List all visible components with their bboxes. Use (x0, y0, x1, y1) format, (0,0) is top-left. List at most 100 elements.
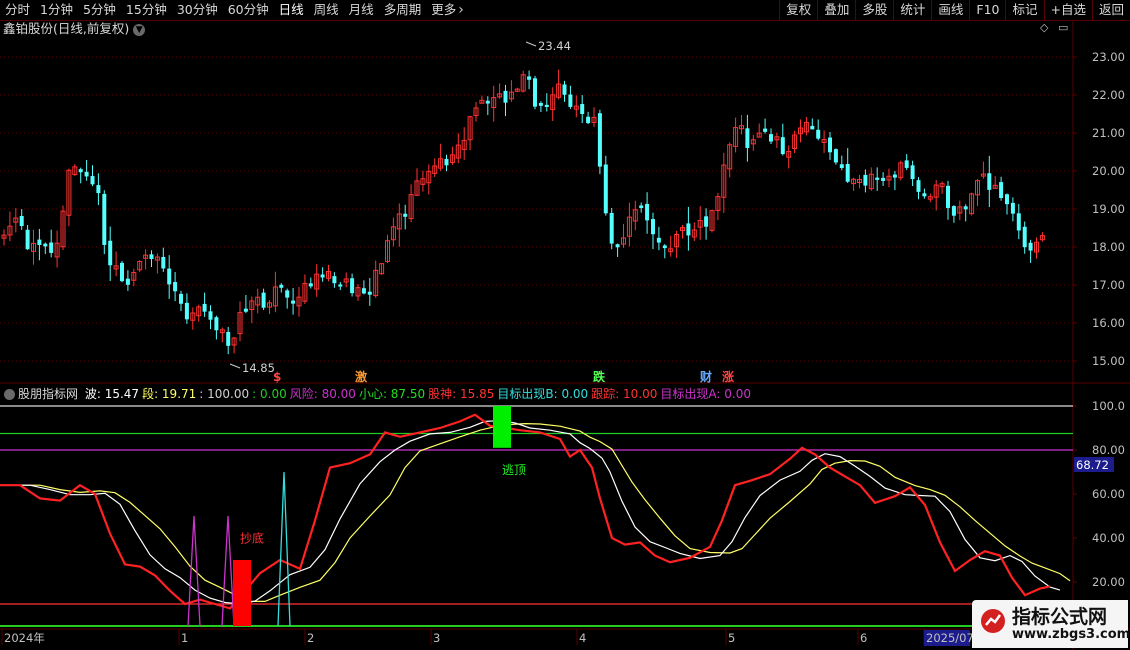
target-spike (221, 515, 235, 627)
price-tick-label: 15.00 (1092, 354, 1125, 368)
top-signal-label: 逃顶 (502, 463, 526, 477)
x-axis-label: 3 (433, 631, 440, 645)
candle-body (639, 205, 644, 209)
watermark-url: www.zbgs3.com (1012, 627, 1130, 642)
candle-body (615, 244, 620, 248)
event-marker: 激 (355, 369, 367, 384)
indicator-item-2: : 100.00 (199, 387, 250, 401)
indicator-tick-label: 80.00 (1092, 443, 1125, 457)
candle-body (656, 237, 661, 243)
candle-body (179, 293, 183, 304)
price-tick-label: 22.00 (1092, 88, 1125, 102)
candle-body (568, 94, 573, 107)
indicator-toggle-icon[interactable] (4, 389, 15, 400)
candle-body (308, 283, 313, 287)
candle-body (167, 268, 172, 285)
candle-body (96, 185, 101, 194)
event-marker: 财 (699, 369, 712, 384)
candle-body (922, 193, 927, 197)
indicator-tick-label: 60.00 (1092, 487, 1125, 501)
candle-body (910, 165, 915, 180)
candle-body (285, 290, 290, 298)
candle-body (1005, 194, 1009, 205)
indicator-item-0: 波: 15.47 (84, 387, 140, 401)
candle-body (350, 278, 355, 294)
indicator-header: 股朋指标网 波: 15.47 段: 19.71: 100.00: 0.00 风险: … (0, 386, 754, 402)
price-tick-label: 19.00 (1092, 202, 1125, 216)
candle-body (586, 116, 591, 124)
candle-body (226, 331, 231, 346)
candle-body (845, 164, 850, 182)
candle-body (102, 193, 107, 245)
candle-body (125, 278, 130, 285)
bottom-signal-label: 抄底 (240, 530, 264, 545)
candle-body (1016, 213, 1021, 231)
candle-body (338, 284, 343, 287)
candle-body (332, 276, 337, 284)
candle-body (444, 158, 449, 166)
candle-body (161, 256, 166, 269)
indicator-tick-label: 100.0 (1092, 399, 1125, 413)
candle-body (651, 219, 655, 235)
watermark-title: 指标公式网 (1012, 606, 1108, 628)
x-axis-label: 2 (307, 631, 314, 645)
candle-body (84, 171, 89, 177)
candle-body (916, 180, 921, 192)
candle-body (108, 240, 113, 266)
low-pointer (229, 363, 241, 369)
bottom-signal-bar (233, 560, 251, 626)
candle-body (946, 185, 950, 208)
candle-body (763, 128, 768, 132)
candle-body (485, 100, 490, 104)
watermark-logo-icon (981, 609, 1005, 633)
candle-body (875, 177, 880, 180)
x-axis-label: 2024年 (4, 631, 45, 645)
candle-body (291, 300, 296, 304)
candle-body (243, 308, 248, 312)
kline-chart[interactable]: 23.00 22.00 21.00 20.00 19.00 18.00 17.00 16.00… (0, 0, 1130, 650)
candle-body (279, 284, 284, 288)
candle-body (538, 103, 543, 106)
candle-body (597, 113, 602, 167)
indicator-item-7: 目标出现B: 0.00 (497, 387, 589, 401)
candle-body (503, 90, 508, 103)
candle-body (904, 160, 909, 168)
x-axis-label: 5 (728, 631, 735, 645)
candle-body (833, 149, 838, 163)
candle-body (184, 302, 189, 320)
candle-body (645, 203, 650, 221)
candle-body (120, 262, 124, 282)
event-marker: $ (273, 370, 281, 384)
price-tick-label: 20.00 (1092, 164, 1125, 178)
candle-body (149, 254, 154, 259)
indicator-item-3: : 0.00 (252, 387, 287, 401)
top-signal-bar (493, 406, 511, 448)
candle-body (881, 177, 886, 181)
candle-body (745, 128, 750, 148)
indicator-tick-label: 20.00 (1092, 575, 1125, 589)
candle-body (1010, 202, 1015, 214)
current-value-label: 68.72 (1076, 458, 1109, 472)
candle-body (90, 176, 95, 185)
candle-body (527, 76, 532, 80)
candle-body (609, 212, 614, 244)
target-spike (277, 471, 291, 627)
indicator-name[interactable]: 股朋指标网 (18, 387, 78, 401)
candle-body (780, 137, 785, 155)
price-tick-label: 18.00 (1092, 240, 1125, 254)
candle-body (544, 104, 549, 107)
candle-body (892, 174, 897, 178)
price-tick-label: 21.00 (1092, 126, 1125, 140)
candle-body (704, 216, 709, 227)
indicator-tick-label: 40.00 (1092, 531, 1125, 545)
candle-body (367, 291, 372, 295)
candle-body (214, 317, 219, 331)
price-tick-label: 23.00 (1092, 50, 1125, 64)
candle-body (261, 292, 266, 308)
candle-body (403, 213, 408, 217)
x-axis-label: 4 (579, 631, 586, 645)
high-price-label: 23.44 (538, 39, 571, 53)
candle-body (1022, 226, 1027, 248)
candle-body (49, 242, 54, 253)
candle-body (839, 164, 844, 168)
